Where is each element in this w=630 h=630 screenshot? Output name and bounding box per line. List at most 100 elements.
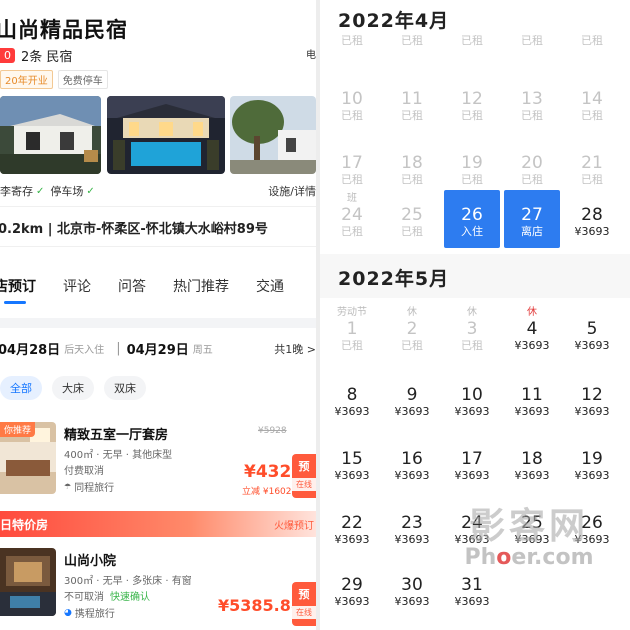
book-button[interactable]: 预在线 — [292, 454, 316, 498]
review-count[interactable]: 2条 民宿 — [21, 46, 72, 65]
calendar-day[interactable]: 16 ¥3693 — [384, 436, 440, 483]
day-number: 31 — [461, 575, 483, 595]
day-annotation — [384, 436, 440, 449]
day-status: ¥3693 — [334, 533, 370, 546]
day-annotation — [444, 372, 500, 385]
photo-garden[interactable] — [230, 96, 316, 174]
amenity-parking: 停车场 — [50, 185, 84, 198]
checkout-date[interactable]: 04月29日 — [127, 339, 189, 358]
calendar-day[interactable]: 18 ¥3693 — [504, 436, 560, 483]
filter-king[interactable]: 大床 — [52, 376, 94, 400]
hotel-detail-panel: 山尚精品民宿 0 2条 民宿 电 20年开业 免费停车 李寄存 ✓ 停车场 ✓ … — [0, 0, 316, 630]
calendar-day-selected[interactable]: 26 入住 — [444, 190, 500, 248]
calendar-day[interactable]: 25 ¥3693 — [504, 500, 560, 547]
day-status: 已租 — [401, 225, 423, 238]
calendar-day[interactable]: 26 ¥3693 — [564, 500, 620, 547]
room-card[interactable]: 你推荐 精致五室一厅套房 400㎡ · 无早 · 其他床型 付费取消 ☂ 同程旅… — [0, 422, 316, 502]
tab-qa[interactable]: 问答 — [118, 276, 146, 296]
day-status: 已租 — [341, 109, 363, 122]
day-annotation — [324, 562, 380, 575]
day-status: ¥3693 — [454, 469, 490, 482]
calendar-day: 休 2 已租 — [384, 306, 440, 353]
room-source: ☂ 同程旅行 — [64, 479, 114, 494]
day-annotation: 班 — [347, 193, 357, 204]
calendar-day[interactable]: 12 ¥3693 — [564, 372, 620, 419]
day-number: 8 — [346, 385, 358, 405]
calendar-day-selected[interactable]: 27 离店 — [504, 190, 560, 248]
checkout-week: 周五 — [192, 345, 213, 356]
tab-booking[interactable]: 店预订 — [0, 276, 36, 304]
opening-year-tag: 20年开业 — [0, 70, 53, 89]
calendar-day[interactable]: 11 ¥3693 — [504, 372, 560, 419]
calendar-day[interactable]: 29 ¥3693 — [324, 562, 380, 609]
hotel-address[interactable]: 0.2km | 北京市-怀柔区-怀北镇大水峪村89号 — [0, 218, 268, 237]
day-status: 已租 — [461, 109, 483, 122]
calendar-day[interactable]: 8 ¥3693 — [324, 372, 380, 419]
calendar-day[interactable]: 17 ¥3693 — [444, 436, 500, 483]
photo-gallery[interactable] — [0, 96, 316, 176]
calendar-day[interactable]: 9 ¥3693 — [384, 372, 440, 419]
day-status: 已租 — [581, 109, 603, 122]
calendar-day[interactable]: 22 ¥3693 — [324, 500, 380, 547]
tab-recommend[interactable]: 热门推荐 — [173, 276, 229, 296]
map-hint: 电 — [306, 50, 316, 61]
room-desc: 300㎡ · 无早 · 多张床 · 有窗 — [64, 576, 192, 587]
day-status: 入住 — [461, 225, 483, 238]
day-number: 19 — [461, 153, 483, 173]
day-status: 离店 — [521, 225, 543, 238]
calendar-day[interactable]: 休 4 ¥3693 — [504, 306, 560, 353]
room-card[interactable]: 山尚小院 300㎡ · 无早 · 多张床 · 有窗 不可取消 快速确认 ◕ 携程旅… — [0, 548, 316, 628]
book-button[interactable]: 预在线 — [292, 582, 316, 626]
day-number: 25 — [521, 513, 543, 533]
day-number: 17 — [341, 153, 363, 173]
day-status: 已租 — [581, 34, 603, 47]
day-annotation — [384, 562, 440, 575]
day-number: 16 — [401, 449, 423, 469]
tab-reviews[interactable]: 评论 — [63, 276, 91, 296]
calendar-day[interactable]: 5 ¥3693 — [564, 306, 620, 353]
day-status: ¥3693 — [394, 533, 430, 546]
calendar-day[interactable]: 10 ¥3693 — [444, 372, 500, 419]
facilities-link[interactable]: 设施/详情 — [268, 183, 316, 199]
calendar-day[interactable]: 19 ¥3693 — [564, 436, 620, 483]
day-annotation — [384, 372, 440, 385]
room-photo[interactable]: 你推荐 — [0, 422, 56, 494]
day-status: ¥3693 — [394, 469, 430, 482]
checkin-date[interactable]: 04月28日 — [0, 339, 60, 358]
bed-filters: 全部 大床 双床 — [0, 376, 146, 400]
day-status: ¥3693 — [514, 469, 550, 482]
calendar-day[interactable]: 30 ¥3693 — [384, 562, 440, 609]
day-status: 已租 — [521, 109, 543, 122]
day-annotation — [444, 562, 500, 575]
calendar-day: 19 已租 — [444, 140, 500, 187]
filter-all[interactable]: 全部 — [0, 376, 42, 400]
day-annotation — [504, 372, 560, 385]
photo-exterior[interactable] — [0, 96, 101, 174]
calendar-day[interactable]: 24 ¥3693 — [444, 500, 500, 547]
fast-confirm: 快速确认 — [110, 592, 150, 603]
calendar-day[interactable]: 28 ¥3693 — [564, 192, 620, 239]
day-status: 已租 — [401, 34, 423, 47]
calendar-day: 21 已租 — [564, 140, 620, 187]
photo-courtyard[interactable] — [107, 96, 225, 174]
nights-count[interactable]: 共1晚 > — [274, 341, 316, 357]
amenity-luggage: 李寄存 — [0, 185, 33, 198]
room-photo[interactable] — [0, 548, 56, 616]
stay-dates[interactable]: 04月28日 后天入住 | 04月29日 周五 共1晚 > — [0, 339, 316, 358]
special-offer-banner[interactable]: 日特价房 火爆预订 — [0, 511, 316, 537]
calendar-day[interactable]: 15 ¥3693 — [324, 436, 380, 483]
source-name: 同程旅行 — [74, 483, 115, 494]
day-status: ¥3693 — [334, 469, 370, 482]
day-number: 27 — [521, 205, 543, 225]
calendar-day[interactable]: 23 ¥3693 — [384, 500, 440, 547]
may-title: 2022年5月 — [338, 268, 450, 290]
day-status: 已租 — [581, 173, 603, 186]
room-desc: 400㎡ · 无早 · 其他床型 — [64, 450, 173, 461]
day-annotation — [504, 140, 560, 153]
room-price: ¥5385.88 — [218, 596, 303, 615]
filter-twin[interactable]: 双床 — [104, 376, 146, 400]
book-label: 预 — [298, 460, 310, 473]
calendar-day[interactable]: 31 ¥3693 — [444, 562, 500, 609]
tab-transport[interactable]: 交通 — [256, 276, 284, 296]
day-annotation — [444, 140, 500, 153]
